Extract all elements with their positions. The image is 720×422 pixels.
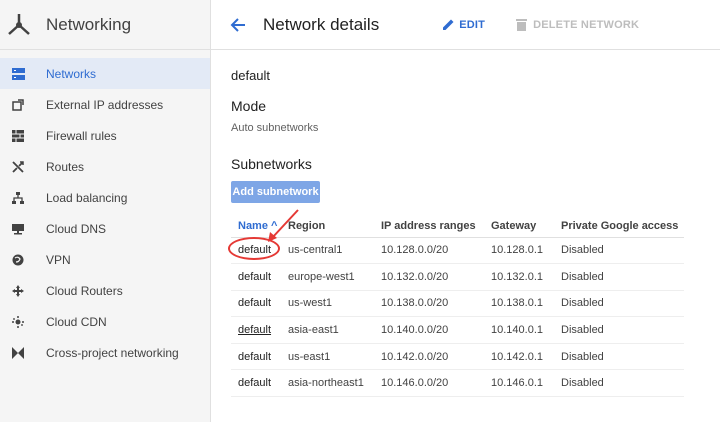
subnet-region: europe-west1 <box>288 263 381 291</box>
back-arrow-icon[interactable] <box>226 13 250 37</box>
subnet-private-access: Disabled <box>561 316 684 344</box>
sidebar-item-cloud-cdn[interactable]: Cloud CDN <box>0 306 210 337</box>
subnet-region: us-west1 <box>288 290 381 318</box>
add-subnetwork-button[interactable]: Add subnetwork <box>231 181 320 203</box>
subnet-ip-range: 10.140.0.0/20 <box>381 316 491 344</box>
sidebar-item-external-ip[interactable]: External IP addresses <box>0 89 210 120</box>
column-header-ip-ranges[interactable]: IP address ranges <box>381 215 491 238</box>
sidebar-item-label: VPN <box>46 252 71 267</box>
sidebar-item-routes[interactable]: Routes <box>0 151 210 182</box>
cross-project-icon <box>11 346 25 360</box>
subnet-gateway: 10.146.0.1 <box>491 369 561 398</box>
sidebar-item-label: Cloud CDN <box>46 314 107 329</box>
sidebar-item-label: Networks <box>46 66 97 81</box>
mode-value: Auto subnetworks <box>231 122 319 134</box>
sidebar-header: Networking <box>0 0 210 50</box>
table-row: default europe-west1 10.132.0.0/20 10.13… <box>231 263 684 291</box>
subnetworks-heading: Subnetworks <box>231 156 312 172</box>
table-row: default us-east1 10.142.0.0/20 10.142.0.… <box>231 343 684 371</box>
column-header-gateway[interactable]: Gateway <box>491 215 561 238</box>
table-row: default asia-northeast1 10.146.0.0/20 10… <box>231 369 684 398</box>
sidebar-item-cross-project[interactable]: Cross-project networking <box>0 337 210 368</box>
subnet-private-access: Disabled <box>561 369 684 398</box>
subnet-name-link[interactable]: default <box>231 263 288 291</box>
sidebar-item-firewall[interactable]: Firewall rules <box>0 120 210 151</box>
cdn-icon <box>11 315 25 329</box>
sidebar-item-vpn[interactable]: VPN <box>0 244 210 275</box>
load-balancing-icon <box>11 191 25 205</box>
subnet-name-link[interactable]: default <box>231 369 288 398</box>
network-name: default <box>231 68 271 83</box>
page-title: Network details <box>263 14 380 34</box>
routes-icon <box>11 160 25 174</box>
subnet-ip-range: 10.142.0.0/20 <box>381 343 491 371</box>
sidebar: Networking Networks External IP addresse… <box>0 0 211 422</box>
subnet-gateway: 10.138.0.1 <box>491 290 561 318</box>
delete-network-button[interactable]: DELETE NETWORK <box>516 18 639 31</box>
networking-logo-icon <box>4 10 34 40</box>
sidebar-item-label: Cloud DNS <box>46 221 107 236</box>
subnet-name-link[interactable]: default <box>231 290 288 318</box>
external-ip-icon <box>11 98 25 112</box>
subnet-name-link[interactable]: default <box>231 343 288 371</box>
sidebar-item-label: Cloud Routers <box>46 283 123 298</box>
sidebar-item-cloud-dns[interactable]: Cloud DNS <box>0 213 210 244</box>
edit-button[interactable]: EDIT <box>442 18 485 31</box>
subnet-private-access: Disabled <box>561 343 684 371</box>
subnet-gateway: 10.128.0.1 <box>491 237 561 265</box>
subnet-ip-range: 10.132.0.0/20 <box>381 263 491 291</box>
trash-icon <box>516 19 528 31</box>
networks-icon <box>11 67 25 81</box>
firewall-icon <box>11 129 25 143</box>
subnet-private-access: Disabled <box>561 263 684 291</box>
table-row: default asia-east1 10.140.0.0/20 10.140.… <box>231 316 684 344</box>
mode-heading: Mode <box>231 98 267 114</box>
routers-icon <box>11 284 25 298</box>
pencil-icon <box>443 19 454 30</box>
column-header-private-access[interactable]: Private Google access <box>561 215 684 238</box>
subnet-gateway: 10.132.0.1 <box>491 263 561 291</box>
sidebar-item-label: Load balancing <box>46 190 128 205</box>
app-title: Networking <box>46 14 132 34</box>
subnet-gateway: 10.140.0.1 <box>491 316 561 344</box>
subnet-name-link[interactable]: default <box>231 316 288 344</box>
dns-icon <box>11 222 25 236</box>
subnet-ip-range: 10.128.0.0/20 <box>381 237 491 265</box>
subnet-region: us-east1 <box>288 343 381 371</box>
edit-label: EDIT <box>459 18 486 31</box>
sidebar-item-label: Routes <box>46 159 85 174</box>
sidebar-item-cloud-routers[interactable]: Cloud Routers <box>0 275 210 306</box>
subnet-region: asia-east1 <box>288 316 381 344</box>
delete-label: DELETE NETWORK <box>533 18 640 31</box>
sidebar-item-label: Firewall rules <box>46 128 117 143</box>
page-header: Network details EDIT DELETE NETWORK <box>211 0 720 50</box>
subnet-private-access: Disabled <box>561 237 684 265</box>
subnet-ip-range: 10.146.0.0/20 <box>381 369 491 398</box>
subnet-private-access: Disabled <box>561 290 684 318</box>
annotation-arrow-icon <box>268 209 299 242</box>
sidebar-item-label: External IP addresses <box>46 97 164 112</box>
subnet-ip-range: 10.138.0.0/20 <box>381 290 491 318</box>
sidebar-item-load-balancing[interactable]: Load balancing <box>0 182 210 213</box>
subnet-gateway: 10.142.0.1 <box>491 343 561 371</box>
sidebar-nav: Networks External IP addresses Firewall … <box>0 50 210 368</box>
table-row: default us-west1 10.138.0.0/20 10.138.0.… <box>231 290 684 318</box>
vpn-icon <box>11 253 25 267</box>
subnet-region: asia-northeast1 <box>288 369 381 398</box>
sidebar-item-networks[interactable]: Networks <box>0 58 210 89</box>
sidebar-item-label: Cross-project networking <box>46 345 179 360</box>
